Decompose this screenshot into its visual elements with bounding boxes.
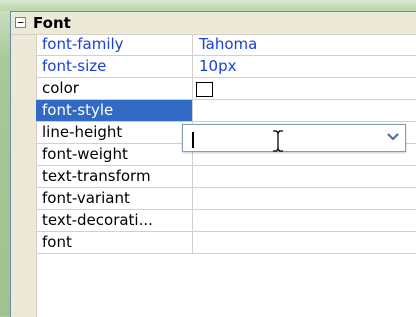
property-row-font-variant[interactable]: font-variant <box>36 188 416 210</box>
property-value[interactable] <box>193 100 416 121</box>
property-value[interactable] <box>193 210 416 231</box>
property-row-text-transform[interactable]: text-transform <box>36 166 416 188</box>
property-name: line-height <box>36 122 193 143</box>
property-grid: − Font font-family Tahoma font-size 10px… <box>10 11 416 317</box>
ibeam-cursor-icon <box>273 130 283 152</box>
property-value[interactable] <box>193 232 416 253</box>
property-name: text-decorati... <box>36 210 193 231</box>
chevron-down-glyph <box>387 133 399 141</box>
property-value[interactable]: Tahoma <box>193 34 416 55</box>
property-name: font-weight <box>36 144 193 165</box>
text-caret <box>192 132 194 148</box>
property-value[interactable]: 10px <box>193 56 416 77</box>
collapse-toggle-icon[interactable]: − <box>15 17 26 28</box>
property-row-font-size[interactable]: font-size 10px <box>36 56 416 78</box>
property-row-font-style[interactable]: font-style <box>36 100 416 122</box>
property-name: color <box>36 78 193 99</box>
property-name: font-style <box>36 100 193 121</box>
property-row-color[interactable]: color <box>36 78 416 100</box>
top-band <box>0 0 416 11</box>
grid-gutter <box>11 12 37 317</box>
property-row-font[interactable]: font <box>36 232 416 254</box>
property-name: font-family <box>36 34 193 55</box>
color-swatch[interactable] <box>196 82 213 97</box>
category-font[interactable]: − Font <box>11 12 416 35</box>
chevron-down-icon[interactable] <box>385 130 401 146</box>
property-value[interactable] <box>193 188 416 209</box>
property-name: font-size <box>36 56 193 77</box>
property-name: text-transform <box>36 166 193 187</box>
property-value[interactable] <box>193 166 416 187</box>
property-name: font <box>36 232 193 253</box>
category-label: Font <box>33 14 71 32</box>
property-row-text-decoration[interactable]: text-decorati... <box>36 210 416 232</box>
property-name: font-variant <box>36 188 193 209</box>
property-row-font-family[interactable]: font-family Tahoma <box>36 34 416 56</box>
font-style-editor-dropdown[interactable] <box>182 124 406 152</box>
